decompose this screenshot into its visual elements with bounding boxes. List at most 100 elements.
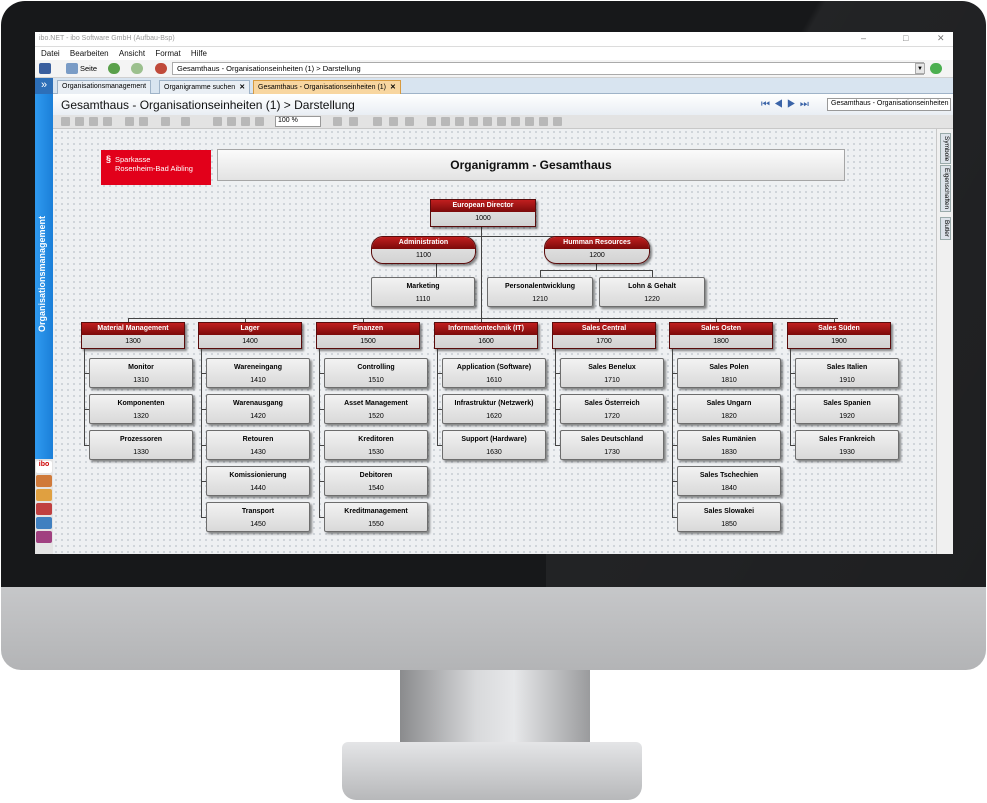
close-icon[interactable]: ✕ <box>937 33 945 44</box>
org-unit-team[interactable]: Monitor 1310 <box>89 358 193 388</box>
align-icon[interactable] <box>441 117 450 126</box>
zoom-fit-icon[interactable] <box>241 117 250 126</box>
draw-icon[interactable] <box>373 117 382 126</box>
org-unit-team[interactable]: Sales Polen 1810 <box>677 358 781 388</box>
align-icon[interactable] <box>553 117 562 126</box>
menu-datei[interactable]: Datei <box>41 49 60 58</box>
zoom-out-icon[interactable] <box>227 117 236 126</box>
ibo-logo-icon[interactable]: ibo <box>36 461 52 473</box>
org-unit-department[interactable]: Sales Süden 1900 <box>787 322 891 349</box>
zoom-in-icon[interactable] <box>213 117 222 126</box>
org-unit-team[interactable]: Sales Benelux 1710 <box>560 358 664 388</box>
undo-icon[interactable] <box>125 117 134 126</box>
expand-nav-icon[interactable]: » <box>35 78 53 94</box>
go-icon[interactable] <box>930 63 942 74</box>
module-icon-4[interactable] <box>36 517 52 529</box>
tab-organigramme-suchen[interactable]: Organigramme suchen ✕ <box>159 80 251 94</box>
org-unit-department[interactable]: Sales Osten 1800 <box>669 322 773 349</box>
tool-icon[interactable] <box>89 117 98 126</box>
align-icon[interactable] <box>483 117 492 126</box>
org-unit-lohn-gehalt[interactable]: Lohn & Gehalt 1220 <box>599 277 705 307</box>
org-unit-team[interactable]: Sales Slowakei 1850 <box>677 502 781 532</box>
tab-symbole[interactable]: Symbole <box>940 133 951 165</box>
org-unit-team[interactable]: Sales Frankreich 1930 <box>795 430 899 460</box>
page-icon[interactable] <box>66 63 78 74</box>
module-icon-3[interactable] <box>36 503 52 515</box>
back-icon[interactable] <box>108 63 120 74</box>
page-menu-label[interactable]: Seite <box>80 64 97 73</box>
org-unit-team[interactable]: Sales Rumänien 1830 <box>677 430 781 460</box>
tab-close-icon[interactable]: ✕ <box>390 84 396 91</box>
org-unit-team[interactable]: Sales Spanien 1920 <box>795 394 899 424</box>
draw-icon[interactable] <box>405 117 414 126</box>
tool-icon[interactable] <box>61 117 70 126</box>
org-unit-team[interactable]: Asset Management 1520 <box>324 394 428 424</box>
org-unit-team[interactable]: Kreditmanagement 1550 <box>324 502 428 532</box>
org-unit-team[interactable]: Application (Software) 1610 <box>442 358 546 388</box>
settings-icon[interactable] <box>181 117 190 126</box>
tool-icon[interactable] <box>103 117 112 126</box>
org-unit-team[interactable]: Sales Ungarn 1820 <box>677 394 781 424</box>
module-icon-2[interactable] <box>36 489 52 501</box>
minimize-icon[interactable]: – <box>861 33 866 43</box>
org-unit-team[interactable]: Debitoren 1540 <box>324 466 428 496</box>
menu-ansicht[interactable]: Ansicht <box>119 49 145 58</box>
org-unit-team[interactable]: Sales Tschechien 1840 <box>677 466 781 496</box>
address-dropdown-icon[interactable]: ▼ <box>915 63 925 74</box>
align-icon[interactable] <box>511 117 520 126</box>
align-icon[interactable] <box>469 117 478 126</box>
org-unit-european-director[interactable]: European Director 1000 <box>430 199 536 227</box>
org-unit-department[interactable]: Sales Central 1700 <box>552 322 656 349</box>
draw-icon[interactable] <box>389 117 398 126</box>
org-unit-team[interactable]: Infrastruktur (Netzwerk) 1620 <box>442 394 546 424</box>
tool-icon[interactable] <box>75 117 84 126</box>
org-unit-team[interactable]: Warenausgang 1420 <box>206 394 310 424</box>
org-unit-personalentwicklung[interactable]: Personalentwicklung 1210 <box>487 277 593 307</box>
org-unit-team[interactable]: Retouren 1430 <box>206 430 310 460</box>
menu-hilfe[interactable]: Hilfe <box>191 49 207 58</box>
org-unit-team[interactable]: Prozessoren 1330 <box>89 430 193 460</box>
org-unit-humman-resources[interactable]: Humman Resources 1200 <box>544 236 650 264</box>
module-icon-1[interactable] <box>36 475 52 487</box>
org-unit-department[interactable]: Material Management 1300 <box>81 322 185 349</box>
align-icon[interactable] <box>525 117 534 126</box>
menu-format[interactable]: Format <box>155 49 180 58</box>
org-unit-department[interactable]: Informationtechnik (IT) 1600 <box>434 322 538 349</box>
org-unit-team[interactable]: Support (Hardware) 1630 <box>442 430 546 460</box>
align-icon[interactable] <box>427 117 436 126</box>
tab-close-icon[interactable]: ✕ <box>239 84 245 91</box>
draw-icon[interactable] <box>333 117 342 126</box>
tool-icon[interactable] <box>161 117 170 126</box>
refresh-icon[interactable] <box>155 63 167 74</box>
org-unit-team[interactable]: Kreditoren 1530 <box>324 430 428 460</box>
tab-eigenschaften[interactable]: Eigenschaften <box>940 165 951 213</box>
org-unit-team[interactable]: Komponenten 1320 <box>89 394 193 424</box>
save-icon[interactable] <box>39 63 51 74</box>
draw-icon[interactable] <box>349 117 358 126</box>
tab-butler[interactable]: Butler <box>940 217 951 240</box>
zoom-page-icon[interactable] <box>255 117 264 126</box>
menu-bearbeiten[interactable]: Bearbeiten <box>70 49 109 58</box>
org-unit-team[interactable]: Controlling 1510 <box>324 358 428 388</box>
org-unit-administration[interactable]: Administration 1100 <box>371 236 476 264</box>
record-navigation[interactable]: ⏮◀▶⏭ <box>761 99 813 110</box>
org-unit-team[interactable]: Sales Italien 1910 <box>795 358 899 388</box>
address-field[interactable]: Gesamthaus - Organisationseinheiten (1) … <box>172 62 924 75</box>
align-icon[interactable] <box>539 117 548 126</box>
tab-organisationsmanagement[interactable]: Organisationsmanagement <box>57 80 152 94</box>
org-unit-team[interactable]: Sales Österreich 1720 <box>560 394 664 424</box>
org-unit-team[interactable]: Wareneingang 1410 <box>206 358 310 388</box>
org-unit-marketing[interactable]: Marketing 1110 <box>371 277 475 307</box>
org-unit-team[interactable]: Transport 1450 <box>206 502 310 532</box>
org-unit-department[interactable]: Lager 1400 <box>198 322 302 349</box>
redo-icon[interactable] <box>139 117 148 126</box>
view-select[interactable]: Gesamthaus - Organisationseinheiten (1) … <box>827 98 951 111</box>
org-unit-team[interactable]: Komissionierung 1440 <box>206 466 310 496</box>
org-unit-team[interactable]: Sales Deutschland 1730 <box>560 430 664 460</box>
align-icon[interactable] <box>497 117 506 126</box>
zoom-select[interactable]: 100 % <box>275 116 321 127</box>
org-unit-department[interactable]: Finanzen 1500 <box>316 322 420 349</box>
module-icon-5[interactable] <box>36 531 52 543</box>
align-icon[interactable] <box>455 117 464 126</box>
forward-icon[interactable] <box>131 63 143 74</box>
